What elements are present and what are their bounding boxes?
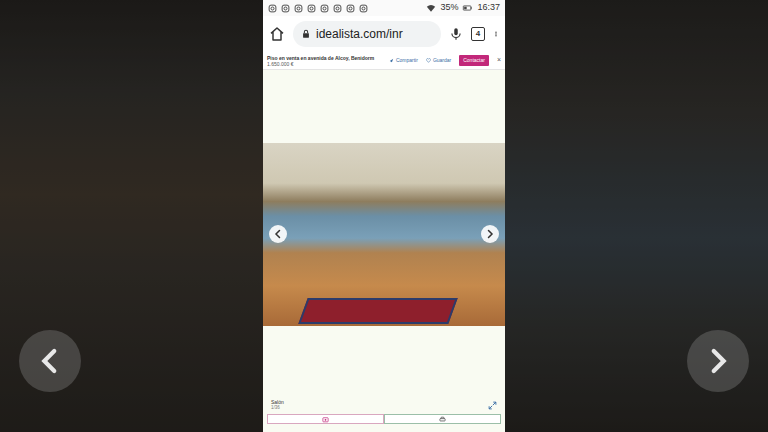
lock-icon xyxy=(301,29,311,39)
room-label: Salón xyxy=(271,399,284,405)
parking-button[interactable] xyxy=(384,414,501,424)
photo-next-button[interactable] xyxy=(481,225,499,243)
menu-icon[interactable] xyxy=(493,26,499,42)
notification-icon xyxy=(333,4,342,13)
battery-level: 35% xyxy=(440,1,458,15)
listing-info: Piso en venta en avenida de Alcoy, Benid… xyxy=(267,55,374,67)
photo-counter: 1/36 xyxy=(271,405,284,410)
notification-icons xyxy=(268,4,368,13)
tab-count[interactable]: 4 xyxy=(471,27,485,41)
notification-icon xyxy=(307,4,316,13)
notification-icon xyxy=(294,4,303,13)
notification-icon xyxy=(359,4,368,13)
share-icon xyxy=(389,58,394,63)
chevron-right-icon xyxy=(484,228,496,240)
status-bar: 35% 16:37 xyxy=(263,0,505,16)
microphone-icon[interactable] xyxy=(449,26,463,42)
expand-icon[interactable] xyxy=(488,401,497,410)
car-icon xyxy=(439,416,446,423)
camera-icon xyxy=(322,416,329,423)
notification-icon xyxy=(268,4,277,13)
save-button[interactable]: Guardar xyxy=(426,57,451,65)
contact-button[interactable]: Contactar xyxy=(459,55,489,67)
chevron-left-icon xyxy=(33,344,67,378)
browser-toolbar: idealista.com/inr 4 xyxy=(263,16,505,52)
photo-previous-button[interactable] xyxy=(269,225,287,243)
address-bar[interactable]: idealista.com/inr xyxy=(293,21,441,47)
listing-actions: Compartir Guardar Contactar × xyxy=(389,55,501,67)
screen: 35% 16:37 idealista.com/inr 4 Piso en venta … xyxy=(0,0,768,432)
next-button[interactable] xyxy=(687,330,749,392)
blurred-background-right xyxy=(505,0,768,432)
photos-button[interactable] xyxy=(267,414,384,424)
listing-header: Piso en venta en avenida de Alcoy, Benid… xyxy=(263,52,505,70)
phone-screen: 35% 16:37 idealista.com/inr 4 Piso en venta … xyxy=(263,0,505,432)
notification-icon xyxy=(346,4,355,13)
clock: 16:37 xyxy=(477,1,500,15)
caption-text: Salón1/36 xyxy=(271,399,284,410)
share-button[interactable]: Compartir xyxy=(389,57,418,65)
heart-icon xyxy=(426,58,431,63)
listing-photo xyxy=(263,143,505,326)
home-icon[interactable] xyxy=(269,26,285,42)
status-right: 35% 16:37 xyxy=(426,1,500,15)
photo-caption: Salón1/36 xyxy=(263,398,505,412)
wifi-icon xyxy=(426,3,436,13)
notification-icon xyxy=(320,4,329,13)
blurred-background-left xyxy=(0,0,263,432)
chevron-right-icon xyxy=(701,344,735,378)
previous-button[interactable] xyxy=(19,330,81,392)
close-button[interactable]: × xyxy=(497,55,501,66)
url-text: idealista.com/inr xyxy=(316,25,403,43)
listing-title: Piso en venta en avenida de Alcoy, Benid… xyxy=(267,55,374,61)
chevron-left-icon xyxy=(272,228,284,240)
listing-price: 1.650.000 € xyxy=(267,61,374,67)
battery-icon xyxy=(462,3,473,13)
bottom-bar xyxy=(263,412,505,432)
notification-icon xyxy=(281,4,290,13)
